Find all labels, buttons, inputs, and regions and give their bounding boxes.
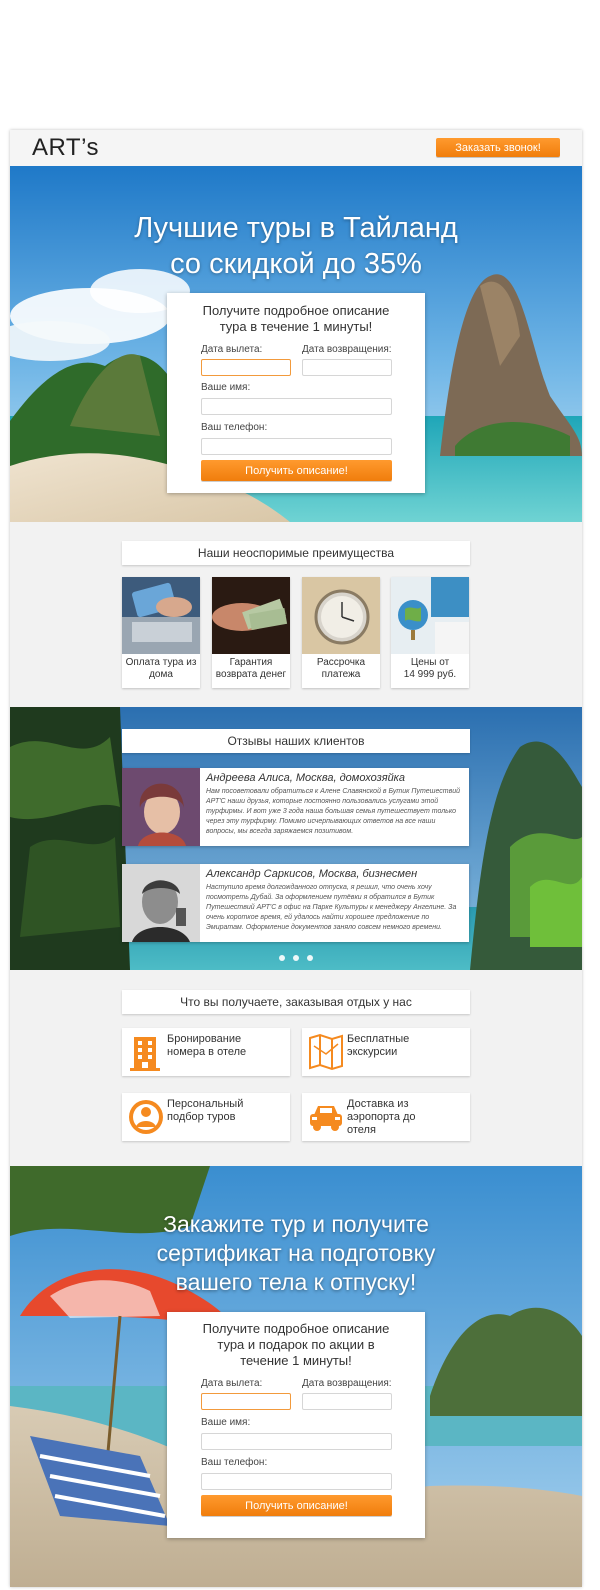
carousel-dot[interactable] [307,955,313,961]
advantage-text: Рассрочка платежа [302,657,380,681]
map-excursion-icon [309,1033,343,1071]
bottom-form-heading-line2: тура и подарок по акции в [217,1337,375,1352]
phone-input[interactable] [201,1473,392,1490]
advantages-heading: Наши неоспоримые преимущества [122,541,470,565]
benefit-text: Персональный подбор туров [167,1098,287,1124]
hero-section: Лучшие туры в Тайланд со скидкой до 35% … [10,166,582,522]
benefit-text-line2: аэропорта до [347,1111,416,1123]
benefit-text-line2: номера в отеле [167,1046,247,1058]
return-date-label: Дата возвращения: [302,1378,392,1389]
name-input[interactable] [201,1433,392,1450]
hotel-building-icon [130,1037,160,1071]
review-author: Александр Саркисов, Москва, бизнесмен [206,868,418,880]
hero-form-heading-line2: тура в течение 1 минуты! [219,319,373,334]
departure-date-label: Дата вылета: [201,344,263,355]
departure-date-input[interactable] [201,1393,291,1410]
review-text: Наступило время долгожданного отпуска, я… [206,884,457,931]
globe-image [391,577,469,654]
review-text: Нам посоветовали обратиться к Алене Слав… [206,788,461,835]
advantage-text: Гарантия возврата денег [212,657,290,681]
return-date-label: Дата возвращения: [302,344,392,355]
bottom-title-line2: сертификат на подготовку [156,1240,436,1266]
phone-label: Ваш телефон: [201,1457,268,1468]
bottom-cta-section: Закажите тур и получите сертификат на по… [10,1166,582,1587]
benefit-text-line1: Бесплатные [347,1033,410,1045]
benefit-text: Доставка из аэропорта до отеля [347,1098,467,1137]
benefits-heading: Что вы получаете, заказывая отдых у нас [122,990,470,1014]
bottom-form-heading: Получите подробное описание тура и подар… [167,1321,425,1369]
name-input[interactable] [201,398,392,415]
hero-title: Лучшие туры в Тайланд со скидкой до 35% [10,210,582,282]
advantage-text-line2: дома [149,669,173,680]
advantage-text-line1: Гарантия [229,657,273,668]
return-date-input[interactable] [302,359,392,376]
benefit-text-line1: Доставка из [347,1098,409,1110]
logo[interactable]: ART’s [32,134,99,162]
taxi-car-icon [310,1106,342,1131]
reviews-section: Отзывы наших клиентов Андреева Алиса, Мо… [10,707,582,970]
landing-page: ART’s Заказать звонок! Лучшие туры в Тай… [10,130,582,1587]
benefit-text-line3: отеля [347,1124,376,1136]
bottom-form: Получите подробное описание тура и подар… [167,1312,425,1538]
name-label: Ваше имя: [201,1417,251,1428]
advantage-text-line2: платежа [321,669,361,680]
bottom-submit-button[interactable]: Получить описание! [201,1495,392,1516]
callback-button[interactable]: Заказать звонок! [436,138,560,157]
carousel-dot[interactable] [293,955,299,961]
return-date-input[interactable] [302,1393,392,1410]
advantage-card-installment: Рассрочка платежа [302,577,380,688]
benefit-card-excursions: Бесплатные экскурсии [302,1028,470,1076]
hero-title-line2: со скидкой до 35% [170,248,422,280]
benefit-text: Бронирование номера в отеле [167,1033,287,1059]
hero-form-heading: Получите подробное описание тура в течен… [167,303,425,335]
personal-manager-icon [129,1100,163,1134]
carousel-dot[interactable] [279,955,285,961]
benefit-card-transfer: Доставка из аэропорта до отеля [302,1093,470,1141]
phone-input[interactable] [201,438,392,455]
bottom-title: Закажите тур и получите сертификат на по… [10,1210,582,1297]
bottom-form-heading-line3: течение 1 минуты! [240,1353,352,1368]
money-hand-image [212,577,290,654]
phone-label: Ваш телефон: [201,422,268,433]
advantage-text: Оплата тура из дома [122,657,200,681]
review-card: Александр Саркисов, Москва, бизнесмен На… [122,864,469,942]
advantage-card-money-back: Гарантия возврата денег [212,577,290,688]
advantage-card-online-payment: Оплата тура из дома [122,577,200,688]
benefit-text-line1: Бронирование [167,1033,242,1045]
avatar [122,864,200,942]
advantage-text-line1: Оплата тура из [125,657,197,668]
advantage-text-line2: 14 999 руб. [403,669,457,680]
card-payment-image [122,577,200,654]
benefit-text-line2: экскурсии [347,1046,398,1058]
benefit-text-line2: подбор туров [167,1111,236,1123]
review-card: Андреева Алиса, Москва, домохозяйка Нам … [122,768,469,846]
benefit-text: Бесплатные экскурсии [347,1033,467,1059]
advantage-text: Цены от 14 999 руб. [391,657,469,681]
header: ART’s Заказать звонок! [10,130,582,166]
benefit-card-hotel: Бронирование номера в отеле [122,1028,290,1076]
reviews-heading: Отзывы наших клиентов [122,729,470,753]
hero-title-line1: Лучшие туры в Тайланд [134,212,458,244]
review-author: Андреева Алиса, Москва, домохозяйка [206,772,405,784]
hero-submit-button[interactable]: Получить описание! [201,460,392,481]
benefit-text-line1: Персональный [167,1098,244,1110]
hero-form-heading-line1: Получите подробное описание [202,303,390,318]
benefit-card-personal: Персональный подбор туров [122,1093,290,1141]
hero-form: Получите подробное описание тура в течен… [167,293,425,493]
advantage-text-line1: Рассрочка [316,657,366,668]
pocket-watch-image [302,577,380,654]
bottom-title-line1: Закажите тур и получите [163,1211,429,1237]
bottom-form-heading-line1: Получите подробное описание [202,1321,390,1336]
avatar [122,768,200,846]
advantage-text-line1: Цены от [410,657,450,668]
advantage-text-line2: возврата денег [215,669,287,680]
departure-date-label: Дата вылета: [201,1378,263,1389]
advantage-card-prices: Цены от 14 999 руб. [391,577,469,688]
departure-date-input[interactable] [201,359,291,376]
bottom-title-line3: вашего тела к отпуску! [175,1269,417,1295]
name-label: Ваше имя: [201,382,251,393]
